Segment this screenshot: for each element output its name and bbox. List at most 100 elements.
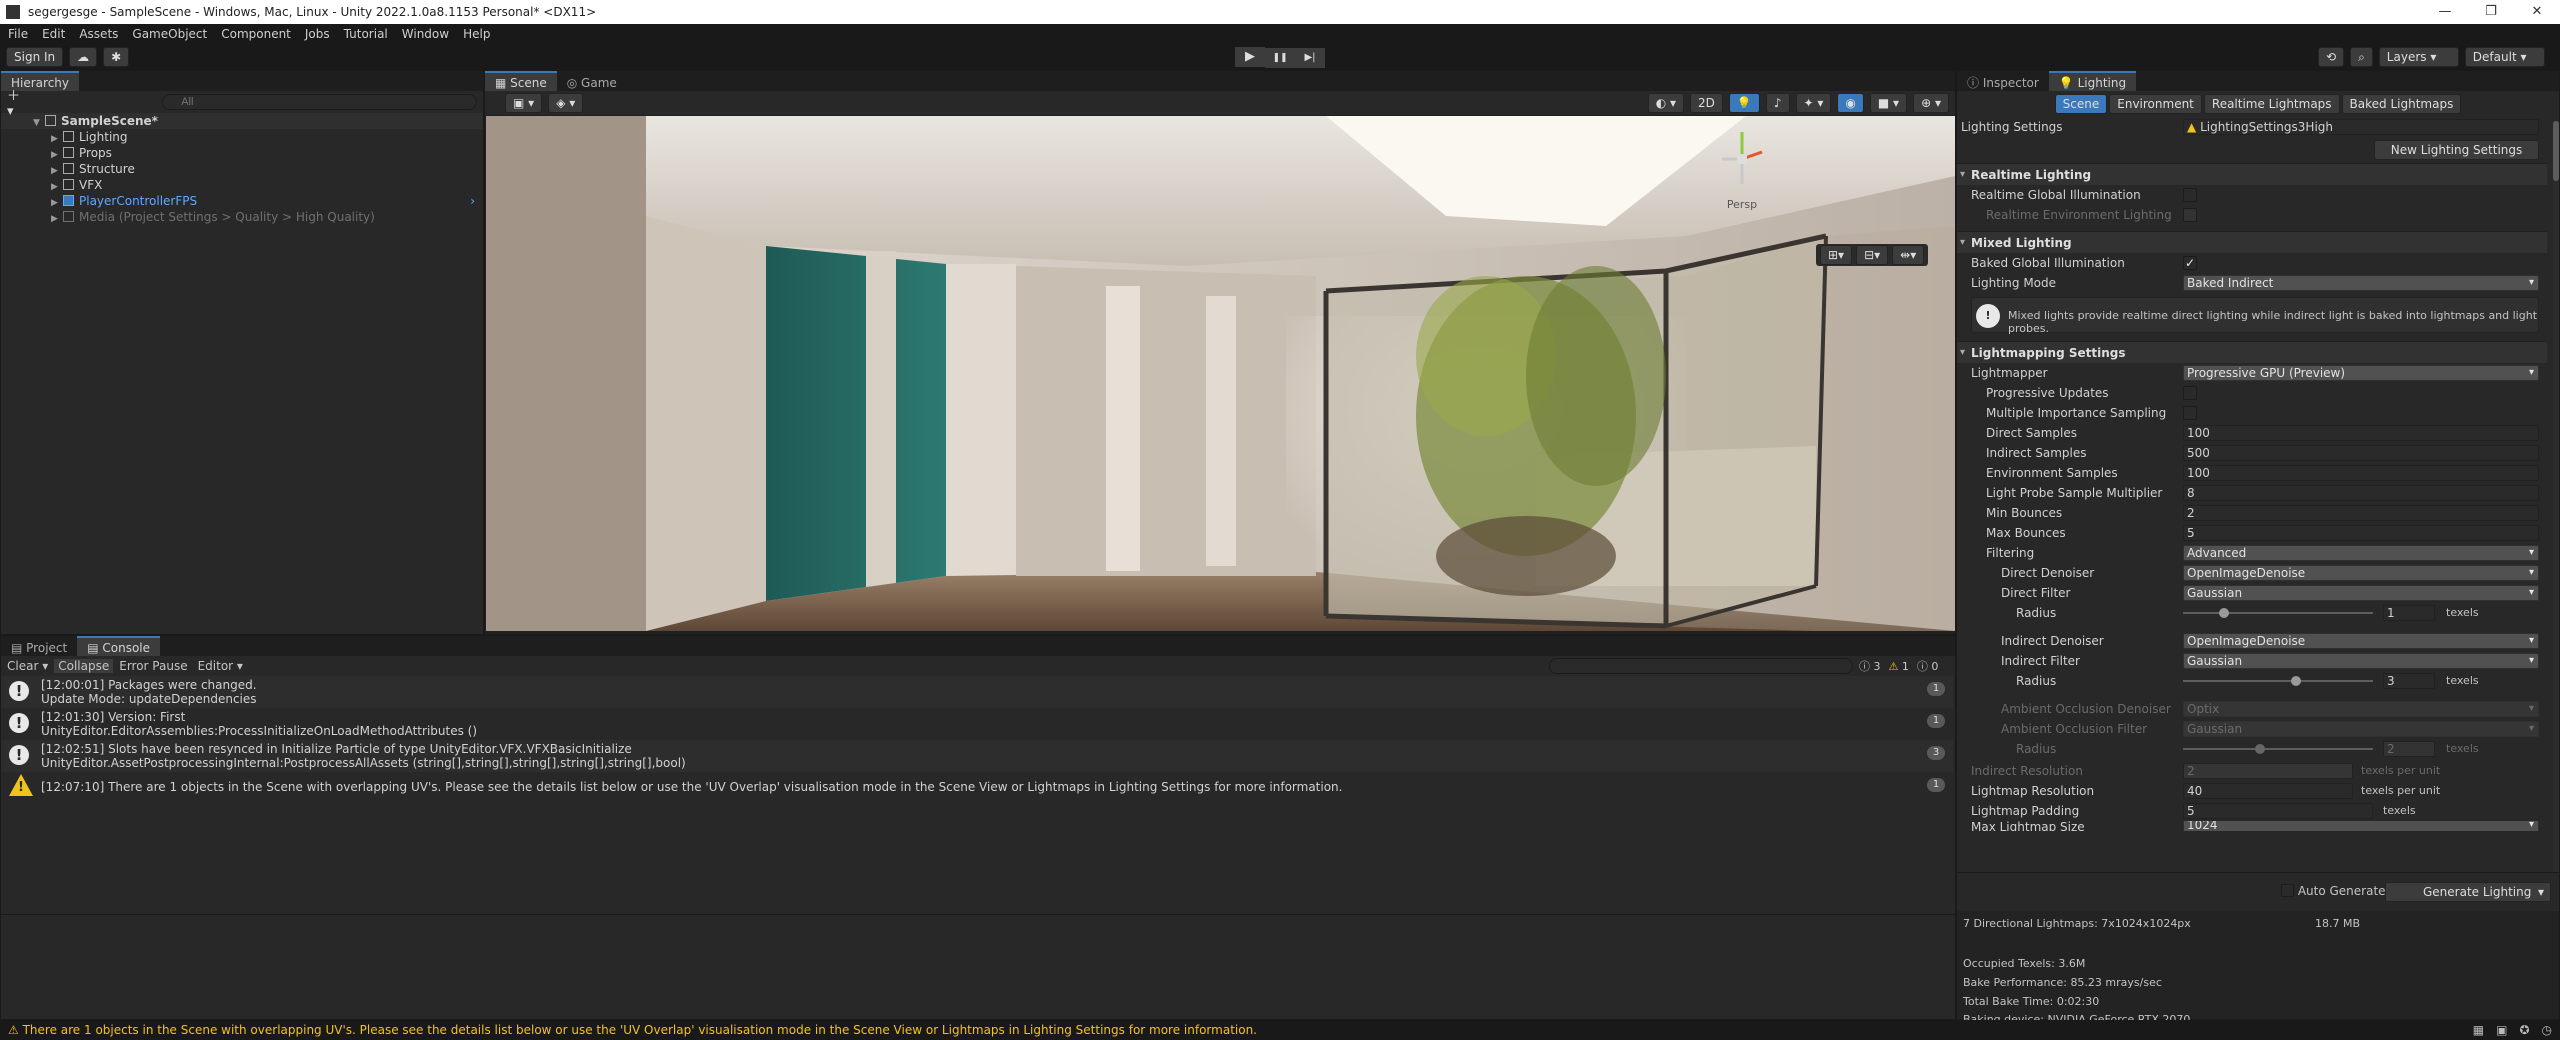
lightmap-padding-field[interactable]: 5 [2183,803,2373,819]
gizmos-dropdown[interactable]: ⊕ ▾ [1913,93,1949,113]
direct-radius-slider[interactable] [2183,608,2373,618]
grid-snap-icon[interactable]: ⊞▾ [1820,245,1853,265]
console-entry[interactable]: ! [12:01:30] Version: First UnityEditor.… [1,708,1953,740]
menu-file[interactable]: File [8,27,28,41]
play-button[interactable]: ▶ [1235,47,1265,67]
subtab-baked-lightmaps[interactable]: Baked Lightmaps [2341,94,2462,114]
step-button[interactable]: ▶| [1295,48,1325,68]
max-bounces-field[interactable]: 5 [2183,525,2539,541]
indirect-radius-slider[interactable] [2183,676,2373,686]
realtime-lighting-header[interactable]: Realtime Lighting [1957,163,2547,186]
realtime-gi-checkbox[interactable] [2183,188,2197,202]
collapse-button[interactable]: Collapse [54,659,114,673]
scrollbar-thumb[interactable] [2553,121,2559,181]
menu-tutorial[interactable]: Tutorial [344,27,388,41]
expand-arrow-icon[interactable]: ▶ [51,211,63,227]
filtering-dropdown[interactable]: Advanced [2183,545,2539,561]
collab-status-icon[interactable]: ◷ [2542,1020,2552,1040]
console-entry[interactable]: ! [12:07:10] There are 1 objects in the … [1,772,1953,804]
sign-in-button[interactable]: Sign In [6,47,64,67]
hierarchy-item-vfx[interactable]: ▶ VFX [1,177,483,193]
lighting-mode-dropdown[interactable]: Baked Indirect [2183,275,2539,291]
close-button[interactable]: ✕ [2514,0,2560,24]
lighting-settings-asset-field[interactable]: ▲ LightingSettings3High [2183,119,2539,135]
hierarchy-item-props[interactable]: ▶ Props [1,145,483,161]
history-icon[interactable]: ⟲ [2318,47,2345,67]
cloud-icon[interactable]: ☁ [69,47,98,67]
menu-window[interactable]: Window [402,27,449,41]
lighting-toggle-icon[interactable]: 💡 [1728,93,1760,113]
tab-project[interactable]: ▤ Project [1,636,78,656]
hierarchy-item-player[interactable]: ▶ PlayerControllerFPS › [1,193,483,209]
progressive-updates-checkbox[interactable] [2183,386,2197,400]
env-samples-field[interactable]: 100 [2183,465,2539,481]
hierarchy-item-structure[interactable]: ▶ Structure [1,161,483,177]
status-bar[interactable]: ⚠ There are 1 objects in the Scene with … [0,1020,2560,1040]
menu-component[interactable]: Component [221,27,291,41]
error-filter-button[interactable]: ⓘ 0 [1917,658,1939,674]
tab-inspector[interactable]: ⓘ Inspector [1957,71,2049,91]
effects-dropdown[interactable]: ✦ ▾ [1795,93,1832,113]
direct-filter-dropdown[interactable]: Gaussian [2183,585,2539,601]
maximize-button[interactable]: ❐ [2468,0,2514,24]
lighting-scrollbar[interactable] [2553,121,2559,921]
layout-dropdown[interactable]: Default ▾ [2464,47,2545,67]
minimize-button[interactable]: — [2422,0,2468,24]
toggle-2d-button[interactable]: 2D [1690,93,1723,113]
align-icon[interactable]: ⇹▾ [1892,245,1925,265]
max-lightmap-size-dropdown[interactable]: 1024 [2183,821,2539,831]
lp-mult-field[interactable]: 8 [2183,485,2539,501]
subtab-environment[interactable]: Environment [2109,94,2202,114]
indirect-filter-dropdown[interactable]: Gaussian [2183,653,2539,669]
console-entry[interactable]: ! [12:00:01] Packages were changed. Upda… [1,676,1953,708]
layers-dropdown[interactable]: Layers ▾ [2378,47,2459,67]
search-icon[interactable]: ⌕ [2350,47,2373,67]
expand-arrow-icon[interactable]: ▼ [33,115,45,131]
mis-checkbox[interactable] [2183,406,2197,420]
clear-button[interactable]: Clear ▾ [3,659,52,673]
direct-denoiser-dropdown[interactable]: OpenImageDenoise [2183,565,2539,581]
chevron-down-icon[interactable]: ▾ [2538,883,2544,901]
tab-lighting[interactable]: 💡 Lighting [2048,71,2137,91]
slider-knob[interactable] [2219,608,2229,618]
direct-samples-field[interactable]: 100 [2183,425,2539,441]
gizmo-pivot-dropdown[interactable]: ◈ ▾ [548,93,584,113]
menu-jobs[interactable]: Jobs [305,27,330,41]
camera-dropdown[interactable]: ■ ▾ [1869,93,1908,113]
console-search-input[interactable] [1549,658,1853,674]
debug-icon[interactable]: ✪ [2519,1020,2529,1040]
collab-icon[interactable]: ✱ [103,47,130,67]
add-object-button[interactable]: ＋▾ [7,85,26,119]
hierarchy-search-input[interactable] [162,94,477,110]
editor-dropdown[interactable]: Editor ▾ [194,659,247,673]
menu-help[interactable]: Help [463,27,490,41]
pause-button[interactable]: ❚❚ [1265,48,1295,68]
hierarchy-item-media[interactable]: ▶ Media (Project Settings > Quality > Hig… [1,209,483,225]
min-bounces-field[interactable]: 2 [2183,505,2539,521]
hidden-objects-icon[interactable]: ◉ [1837,93,1864,113]
cache-icon[interactable]: ▣ [2496,1020,2507,1040]
audio-toggle-icon[interactable]: ♪ [1765,93,1790,113]
lightmap-res-field[interactable]: 40 [2183,783,2353,799]
persp-label[interactable]: Persp [1712,198,1772,211]
warning-filter-button[interactable]: ⚠ 1 [1889,660,1909,673]
scene-viewport[interactable]: Persp ⊞▾ ⊟▾ ⇹▾ [486,116,1955,631]
menu-gameobject[interactable]: GameObject [132,27,207,41]
menu-edit[interactable]: Edit [42,27,65,41]
subtab-scene[interactable]: Scene [2054,94,2108,114]
subtab-realtime-lightmaps[interactable]: Realtime Lightmaps [2203,94,2340,114]
new-lighting-settings-button[interactable]: New Lighting Settings [2374,140,2539,160]
error-pause-button[interactable]: Error Pause [115,659,191,673]
lighting-scroll-area[interactable]: Lighting Settings ▲ LightingSettings3Hig… [1957,117,2560,927]
tab-console[interactable]: ▤ Console [77,636,161,656]
open-prefab-arrow-icon[interactable]: › [470,193,475,209]
orientation-gizmo[interactable]: Persp [1712,124,1772,211]
tab-game[interactable]: ◎ Game [556,71,627,91]
info-filter-button[interactable]: ⓘ 3 [1859,658,1881,674]
increment-snap-icon[interactable]: ⊟▾ [1856,245,1889,265]
auto-generate-toggle[interactable]: Auto Generate [2281,884,2386,898]
mixed-lighting-header[interactable]: Mixed Lighting [1957,231,2547,254]
shading-mode-dropdown[interactable]: ◐ ▾ [1647,93,1685,113]
auto-generate-checkbox[interactable] [2281,884,2294,897]
direct-radius-field[interactable]: 1 [2383,605,2435,621]
